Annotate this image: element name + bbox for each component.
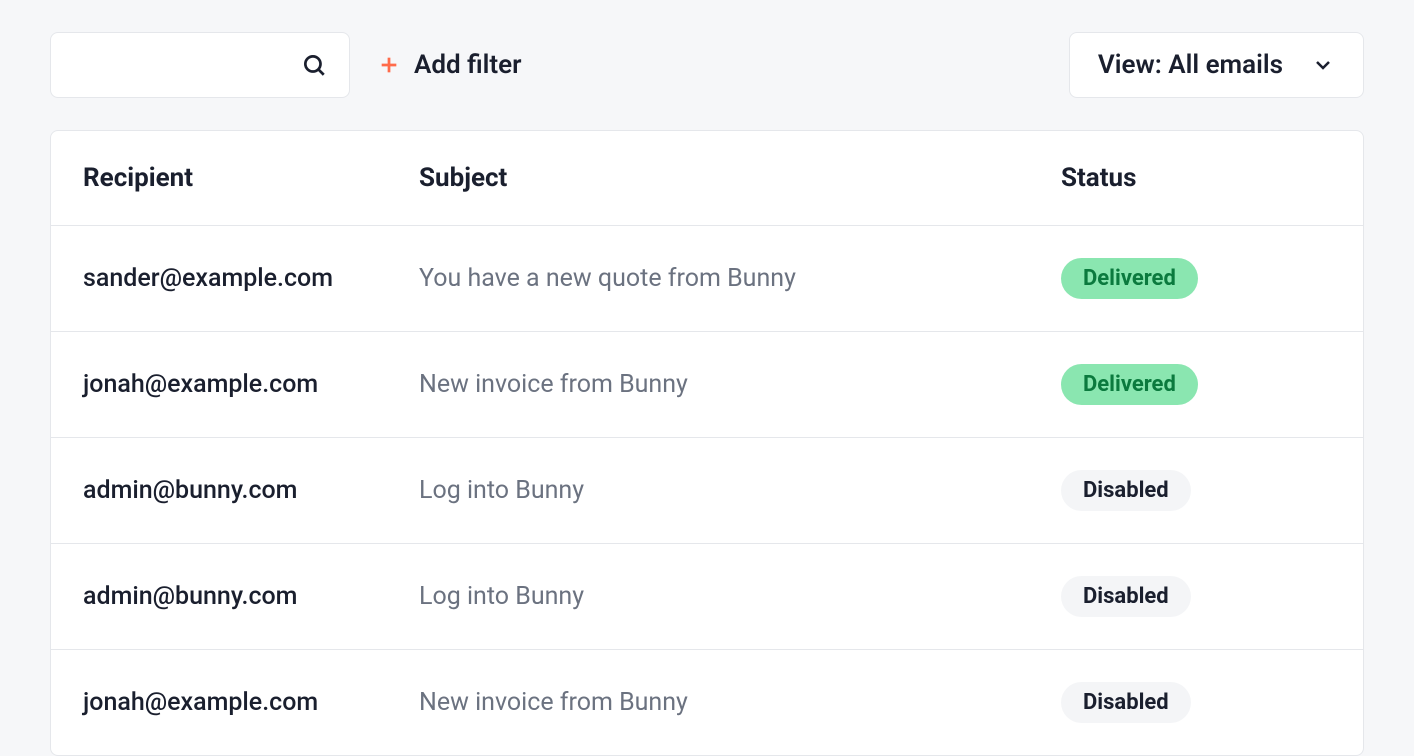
- search-input[interactable]: [50, 32, 350, 98]
- toolbar: Add filter View: All emails: [50, 32, 1364, 98]
- view-dropdown-label: View: All emails: [1098, 50, 1283, 80]
- view-dropdown[interactable]: View: All emails: [1069, 32, 1364, 98]
- status-badge: Disabled: [1061, 682, 1191, 723]
- recipient-text: jonah@example.com: [83, 688, 318, 717]
- status-badge: Delivered: [1061, 258, 1198, 299]
- plus-icon: [378, 54, 400, 76]
- table-row[interactable]: jonah@example.com New invoice from Bunny D…: [51, 650, 1363, 755]
- header-recipient: Recipient: [83, 163, 419, 193]
- email-table: Recipient Subject Status sander@example.…: [50, 130, 1364, 756]
- subject-text: New invoice from Bunny: [419, 370, 688, 399]
- status-badge: Disabled: [1061, 470, 1191, 511]
- add-filter-label: Add filter: [414, 50, 521, 80]
- subject-text: Log into Bunny: [419, 476, 584, 505]
- table-row[interactable]: admin@bunny.com Log into Bunny Disabled: [51, 438, 1363, 544]
- add-filter-button[interactable]: Add filter: [378, 50, 521, 80]
- search-icon: [301, 52, 327, 78]
- subject-text: New invoice from Bunny: [419, 688, 688, 717]
- subject-text: You have a new quote from Bunny: [419, 264, 796, 293]
- table-header: Recipient Subject Status: [51, 131, 1363, 226]
- recipient-text: admin@bunny.com: [83, 476, 297, 505]
- chevron-down-icon: [1311, 53, 1335, 77]
- status-badge: Disabled: [1061, 576, 1191, 617]
- header-status: Status: [1061, 163, 1331, 193]
- table-row[interactable]: admin@bunny.com Log into Bunny Disabled: [51, 544, 1363, 650]
- table-row[interactable]: sander@example.com You have a new quote f…: [51, 226, 1363, 332]
- table-row[interactable]: jonah@example.com New invoice from Bunny D…: [51, 332, 1363, 438]
- recipient-text: sander@example.com: [83, 264, 333, 293]
- recipient-text: admin@bunny.com: [83, 582, 297, 611]
- subject-text: Log into Bunny: [419, 582, 584, 611]
- recipient-text: jonah@example.com: [83, 370, 318, 399]
- status-badge: Delivered: [1061, 364, 1198, 405]
- header-subject: Subject: [419, 163, 1061, 193]
